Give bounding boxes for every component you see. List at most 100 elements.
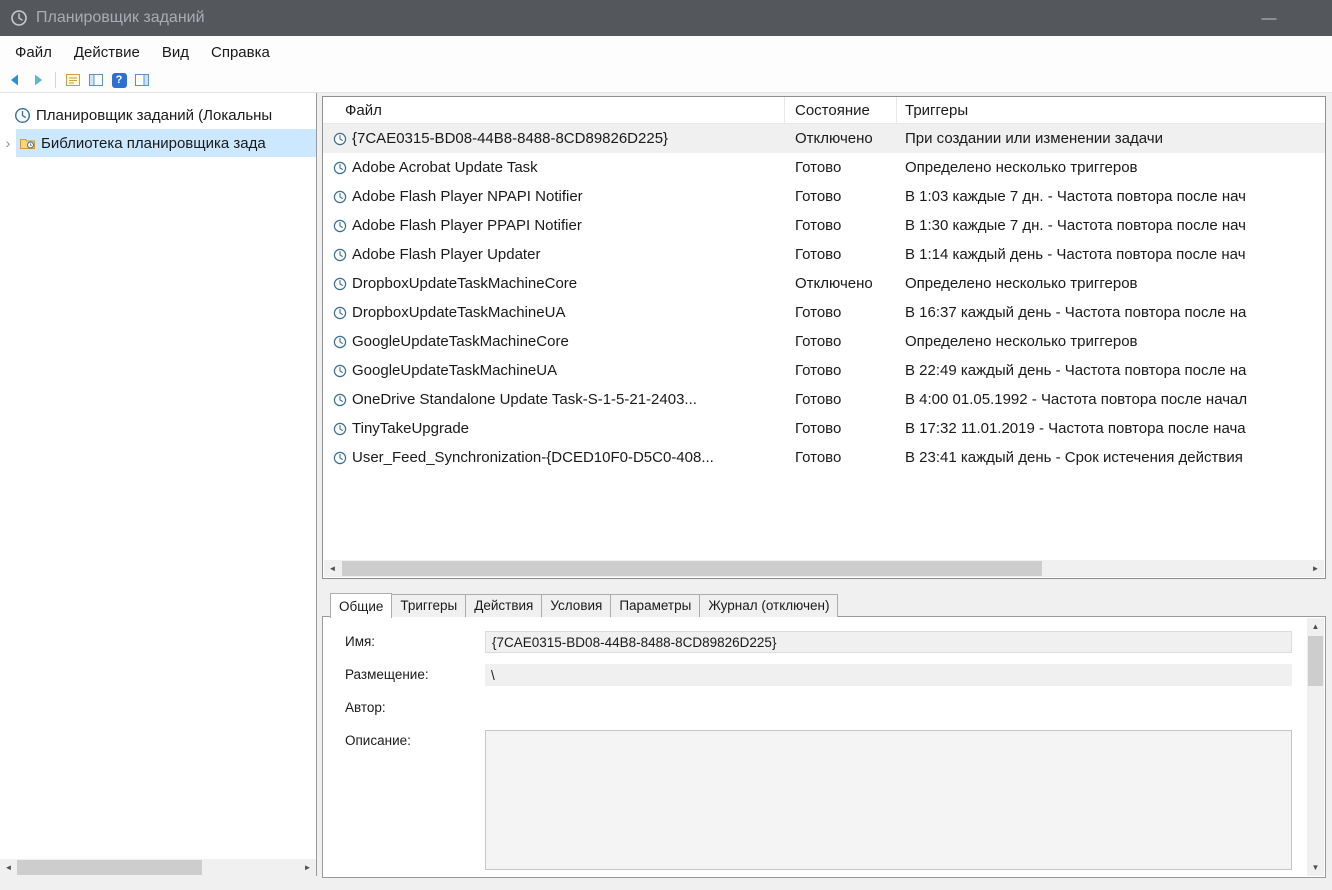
back-arrow-icon[interactable] (6, 71, 24, 89)
tree-scrollbar-thumb[interactable] (17, 860, 202, 875)
tree-item-label: Библиотека планировщика зада (41, 134, 266, 152)
details-scrollbar-thumb[interactable] (1308, 636, 1323, 686)
menu-item[interactable]: Справка (200, 39, 281, 66)
minimize-button[interactable]: — (1246, 0, 1292, 36)
console-tree: Планировщик заданий (Локальны › Библиоте… (0, 93, 316, 157)
task-name-cell: {7CAE0315-BD08-44B8-8488-8CD89826D225} (323, 130, 785, 147)
task-name: {7CAE0315-BD08-44B8-8488-8CD89826D225} (352, 130, 669, 147)
task-status: Готово (795, 333, 842, 350)
task-clock-icon (333, 277, 347, 291)
details-tab[interactable]: Условия (541, 594, 612, 617)
scroll-left-arrow-icon[interactable]: ◄ (324, 560, 341, 577)
task-clock-icon (333, 422, 347, 436)
column-header-triggers[interactable]: Триггеры (897, 97, 1325, 123)
task-status: Готово (795, 449, 842, 466)
table-row[interactable]: Adobe Flash Player PPAPI Notifier Готово… (323, 211, 1325, 240)
menu-item[interactable]: Файл (4, 39, 63, 66)
author-label: Автор: (345, 700, 386, 715)
details-tab[interactable]: Триггеры (391, 594, 467, 617)
list-horizontal-scrollbar[interactable]: ◄ ► (324, 560, 1324, 577)
scroll-right-arrow-icon[interactable]: ► (299, 859, 316, 876)
task-trigger: В 1:03 каждые 7 дн. - Частота повтора по… (905, 188, 1246, 205)
task-name-cell: DropboxUpdateTaskMachineCore (323, 275, 785, 292)
task-name-cell: TinyTakeUpgrade (323, 420, 785, 437)
task-clock-icon (333, 451, 347, 465)
task-name-cell: Adobe Acrobat Update Task (323, 159, 785, 176)
name-field-row: Имя: {7CAE0315-BD08-44B8-8488-8CD89826D2… (345, 631, 1325, 653)
help-glyph: ? (111, 72, 127, 88)
task-trigger: Определено несколько триггеров (905, 275, 1138, 292)
task-status: Готово (795, 391, 842, 408)
table-row[interactable]: Adobe Acrobat Update Task Готово Определ… (323, 153, 1325, 182)
task-clock-icon (333, 393, 347, 407)
scroll-right-arrow-icon[interactable]: ► (1307, 560, 1324, 577)
table-row[interactable]: DropboxUpdateTaskMachineUA Готово В 16:3… (323, 298, 1325, 327)
task-name: User_Feed_Synchronization-{DCED10F0-D5C0… (352, 449, 714, 466)
location-label: Размещение: (345, 667, 429, 682)
show-hide-console-tree-icon[interactable] (64, 71, 82, 89)
table-row[interactable]: {7CAE0315-BD08-44B8-8488-8CD89826D225} О… (323, 124, 1325, 153)
task-status: Готово (795, 217, 842, 234)
tree-selection-highlight: Библиотека планировщика зада (16, 129, 316, 157)
task-status: Готово (795, 362, 842, 379)
task-name: GoogleUpdateTaskMachineUA (352, 362, 558, 379)
task-name-cell: User_Feed_Synchronization-{DCED10F0-D5C0… (323, 449, 785, 466)
scroll-down-arrow-icon[interactable]: ▼ (1307, 859, 1324, 876)
menu-item[interactable]: Действие (63, 39, 151, 66)
description-label: Описание: (345, 733, 411, 748)
task-trigger: В 16:37 каждый день - Частота повтора по… (905, 304, 1247, 321)
author-field[interactable] (485, 697, 1292, 719)
task-name: Adobe Flash Player NPAPI Notifier (352, 188, 583, 205)
tree-item-scheduler-root[interactable]: Планировщик заданий (Локальны (0, 101, 316, 129)
task-name-cell: Adobe Flash Player Updater (323, 246, 785, 263)
table-row[interactable]: DropboxUpdateTaskMachineCore Отключено О… (323, 269, 1325, 298)
console-tree-panel: Планировщик заданий (Локальны › Библиоте… (0, 93, 317, 876)
location-field[interactable]: \ (485, 664, 1292, 686)
table-row[interactable]: Adobe Flash Player Updater Готово В 1:14… (323, 240, 1325, 269)
task-clock-icon (333, 335, 347, 349)
chevron-right-icon[interactable]: › (0, 135, 16, 151)
tree-item-task-library[interactable]: › Библиотека планировщика зада (0, 129, 316, 157)
details-tab[interactable]: Журнал (отключен) (699, 594, 839, 617)
task-name: DropboxUpdateTaskMachineUA (352, 304, 566, 321)
tree-horizontal-scrollbar[interactable]: ◄ ► (0, 859, 316, 876)
task-clock-icon (333, 190, 347, 204)
table-row[interactable]: User_Feed_Synchronization-{DCED10F0-D5C0… (323, 443, 1325, 472)
forward-arrow-icon[interactable] (29, 71, 47, 89)
description-field[interactable] (485, 730, 1292, 870)
task-name: Adobe Flash Player Updater (352, 246, 541, 263)
table-row[interactable]: GoogleUpdateTaskMachineCore Готово Опред… (323, 327, 1325, 356)
task-details-panel: Общие Триггеры Действия Условия Параметры Жур… (322, 592, 1326, 878)
show-hide-action-pane-icon[interactable] (133, 71, 151, 89)
details-vertical-scrollbar[interactable]: ▲ ▼ (1307, 618, 1324, 876)
task-status: Готово (795, 246, 842, 263)
task-clock-icon (333, 248, 347, 262)
task-list: {7CAE0315-BD08-44B8-8488-8CD89826D225} О… (323, 124, 1325, 472)
details-tab[interactable]: Действия (465, 594, 543, 617)
task-trigger: При создании или изменении задачи (905, 130, 1163, 147)
task-status: Отключено (795, 130, 873, 147)
task-trigger: В 23:41 каждый день - Срок истечения дей… (905, 449, 1243, 466)
list-scrollbar-thumb[interactable] (342, 561, 1042, 576)
details-tab[interactable]: Общие (330, 593, 393, 618)
name-field[interactable]: {7CAE0315-BD08-44B8-8488-8CD89826D225} (485, 631, 1292, 653)
table-row[interactable]: Adobe Flash Player NPAPI Notifier Готово… (323, 182, 1325, 211)
task-name-cell: Adobe Flash Player PPAPI Notifier (323, 217, 785, 234)
task-list-header: Файл Состояние Триггеры (323, 97, 1325, 124)
scroll-left-arrow-icon[interactable]: ◄ (0, 859, 17, 876)
author-field-row: Автор: (345, 697, 1325, 719)
tree-item-label: Планировщик заданий (Локальны (36, 106, 273, 124)
task-clock-icon (333, 306, 347, 320)
toolbar-separator (55, 72, 56, 88)
table-row[interactable]: OneDrive Standalone Update Task-S-1-5-21… (323, 385, 1325, 414)
scroll-up-arrow-icon[interactable]: ▲ (1307, 618, 1324, 635)
details-tab[interactable]: Параметры (610, 594, 701, 617)
export-list-icon[interactable] (87, 71, 105, 89)
help-icon[interactable]: ? (110, 71, 128, 89)
task-status: Готово (795, 304, 842, 321)
column-header-status[interactable]: Состояние (785, 97, 897, 123)
table-row[interactable]: TinyTakeUpgrade Готово В 17:32 11.01.201… (323, 414, 1325, 443)
table-row[interactable]: GoogleUpdateTaskMachineUA Готово В 22:49… (323, 356, 1325, 385)
column-header-file[interactable]: Файл (323, 97, 785, 123)
menu-item[interactable]: Вид (151, 39, 200, 66)
